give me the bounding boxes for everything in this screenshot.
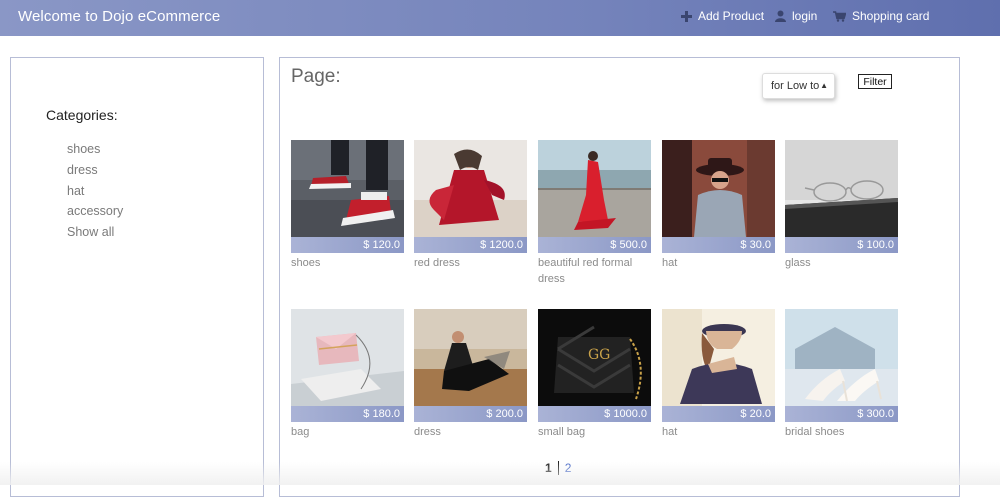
shopping-cart-label: Shopping card [852, 9, 930, 23]
product-image-bag[interactable] [291, 309, 404, 406]
product-price: $ 500.0 [538, 237, 651, 253]
product-price: $ 200.0 [414, 406, 527, 422]
product-name[interactable]: bridal shoes [785, 424, 898, 440]
categories-heading: Categories: [46, 107, 118, 123]
sort-select-value: for Low to [771, 80, 820, 92]
product-name[interactable]: glass [785, 255, 898, 271]
product-image-black-dress[interactable] [414, 309, 527, 406]
product-price: $ 180.0 [291, 406, 404, 422]
product-price: $ 1200.0 [414, 237, 527, 253]
plus-icon [681, 10, 692, 22]
filter-button[interactable]: Filter [858, 74, 892, 89]
add-product-link[interactable]: Add Product [681, 9, 764, 23]
page-title: Page: [291, 66, 341, 87]
product-image-sneakers[interactable] [291, 140, 404, 237]
category-accessory[interactable]: accessory [67, 201, 123, 222]
product-card[interactable]: $ 200.0 dress [414, 309, 527, 440]
product-price: $ 30.0 [662, 237, 775, 253]
product-card[interactable]: $ 100.0 glass [785, 140, 898, 271]
product-name[interactable]: red dress [414, 255, 527, 271]
product-card[interactable]: $ 300.0 bridal shoes [785, 309, 898, 440]
product-card[interactable]: $ 1200.0 red dress [414, 140, 527, 271]
product-card[interactable]: GG $ 1000.0 small bag [538, 309, 651, 440]
svg-text:GG: GG [588, 347, 610, 363]
product-image-small-bag[interactable]: GG [538, 309, 651, 406]
shopping-cart-icon [833, 10, 846, 22]
shopping-cart-link[interactable]: Shopping card [833, 9, 929, 23]
product-name[interactable]: beautiful red formal dress [538, 255, 651, 287]
product-name[interactable]: hat [662, 255, 775, 271]
product-name[interactable]: small bag [538, 424, 651, 440]
product-image-bridal-shoes[interactable] [785, 309, 898, 406]
product-image-red-dress[interactable] [414, 140, 527, 237]
product-image-hat[interactable] [662, 140, 775, 237]
user-icon [775, 10, 786, 22]
select-arrows-icon: ▲▼ [820, 81, 828, 90]
product-card[interactable]: $ 180.0 bag [291, 309, 404, 440]
add-product-label: Add Product [698, 9, 765, 23]
product-panel: Page: for Low to ▲▼ Filter $ 120.0 shoes [279, 57, 960, 497]
category-show-all[interactable]: Show all [67, 222, 123, 243]
login-label: login [792, 9, 818, 23]
product-image-beret-hat[interactable] [662, 309, 775, 406]
product-price: $ 100.0 [785, 237, 898, 253]
category-dress[interactable]: dress [67, 160, 123, 181]
pagination-separator [557, 461, 559, 475]
product-price: $ 300.0 [785, 406, 898, 422]
product-name[interactable]: hat [662, 424, 775, 440]
product-price: $ 1000.0 [538, 406, 651, 422]
product-name[interactable]: shoes [291, 255, 404, 271]
category-shoes[interactable]: shoes [67, 139, 123, 160]
brand-title[interactable]: Welcome to Dojo eCommerce [18, 8, 220, 25]
category-sidebar: Categories: shoes dress hat accessory Sh… [10, 57, 264, 497]
category-list: shoes dress hat accessory Show all [67, 139, 123, 243]
product-price: $ 20.0 [662, 406, 775, 422]
page-current: 1 [545, 461, 552, 475]
login-link[interactable]: login [775, 9, 817, 23]
pagination: 1 2 [545, 461, 571, 475]
page-link-2[interactable]: 2 [565, 461, 572, 475]
category-hat[interactable]: hat [67, 181, 123, 202]
product-name[interactable]: bag [291, 424, 404, 440]
product-name[interactable]: dress [414, 424, 527, 440]
product-price: $ 120.0 [291, 237, 404, 253]
product-card[interactable]: $ 20.0 hat [662, 309, 775, 440]
sort-select[interactable]: for Low to ▲▼ [762, 73, 835, 99]
product-card[interactable]: $ 500.0 beautiful red formal dress [538, 140, 651, 287]
product-image-formal-dress[interactable] [538, 140, 651, 237]
product-image-glasses[interactable] [785, 140, 898, 237]
top-navbar: Welcome to Dojo eCommerce Add Product lo… [0, 0, 1000, 36]
product-card[interactable]: $ 30.0 hat [662, 140, 775, 271]
product-card[interactable]: $ 120.0 shoes [291, 140, 404, 271]
